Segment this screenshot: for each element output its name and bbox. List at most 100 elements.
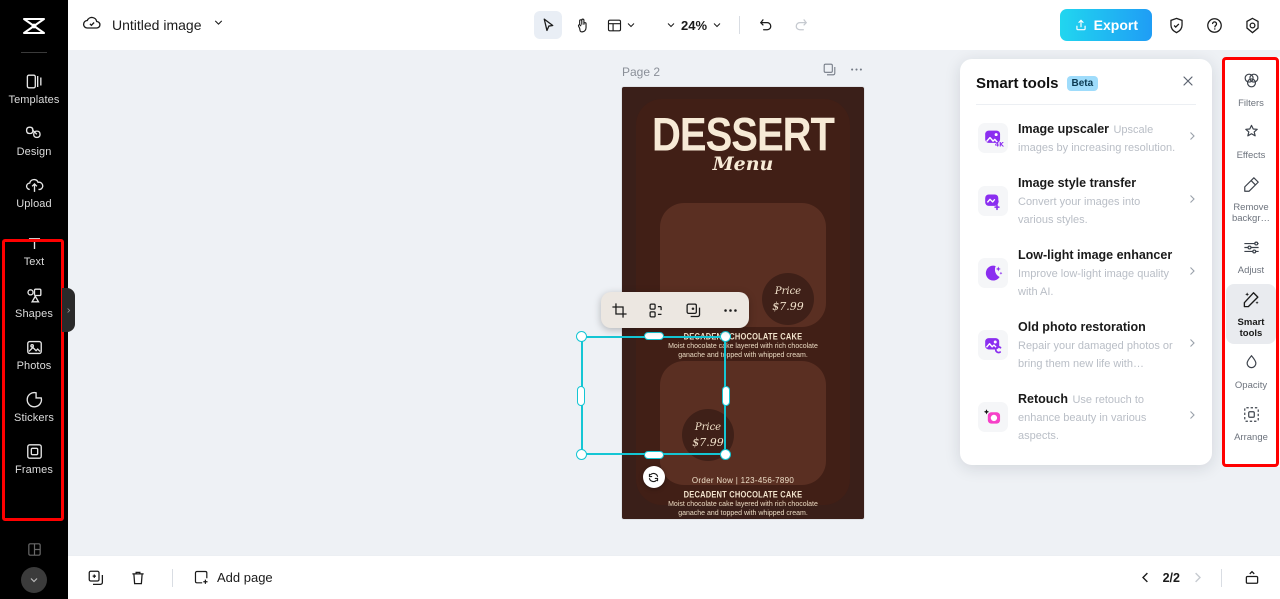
smart-tool-low-light-image-enhancer[interactable]: Low-light image enhancer Improve low-lig… bbox=[974, 237, 1202, 309]
element-selection-frame[interactable] bbox=[576, 331, 731, 488]
next-page-button[interactable] bbox=[1190, 570, 1205, 585]
smart-tool-retouch[interactable]: Retouch Use retouch to enhance beauty in… bbox=[974, 381, 1202, 453]
sidebar-item-text[interactable]: Text bbox=[0, 225, 68, 277]
sidebar-label: Photos bbox=[16, 360, 52, 372]
page-label: Page 2 bbox=[622, 65, 661, 79]
export-button[interactable]: Export bbox=[1059, 9, 1152, 41]
arrange-icon bbox=[1242, 405, 1261, 429]
redo-button[interactable] bbox=[786, 11, 814, 39]
dish-description: Moist chocolate cake layered with rich c… bbox=[668, 501, 818, 517]
smart-tool-image-upscaler[interactable]: 4K Image upscaler Upscale images by incr… bbox=[974, 111, 1202, 165]
sidebar-label: Shapes bbox=[15, 308, 53, 320]
shield-check-icon[interactable] bbox=[1162, 11, 1190, 39]
zoom-level: 24% bbox=[680, 17, 708, 33]
more-options-icon[interactable] bbox=[849, 62, 864, 82]
present-icon[interactable] bbox=[1238, 564, 1266, 592]
right-item-smart-tools[interactable]: Smart tools bbox=[1226, 284, 1276, 344]
duplicate-page-icon[interactable] bbox=[822, 62, 837, 82]
resize-handle-bottom-left[interactable] bbox=[576, 449, 587, 460]
add-page-button[interactable]: Add page bbox=[193, 569, 273, 586]
image-upscaler-4k-icon: 4K bbox=[978, 123, 1008, 153]
text-icon bbox=[25, 234, 44, 253]
smart-tool-text: Retouch Use retouch to enhance beauty in… bbox=[1018, 390, 1176, 444]
cutout-icon[interactable] bbox=[644, 297, 670, 323]
resize-handle-bottom-right[interactable] bbox=[720, 449, 731, 460]
image-style-transfer-icon bbox=[978, 186, 1008, 216]
frames-icon bbox=[25, 442, 44, 461]
top-toolbar: Untitled image 24% Export bbox=[68, 0, 1280, 50]
layout-tool-button[interactable] bbox=[602, 11, 641, 39]
smart-tool-name: Retouch bbox=[1018, 392, 1068, 406]
select-tool-button[interactable] bbox=[534, 11, 562, 39]
crop-icon[interactable] bbox=[607, 297, 633, 323]
smart-tool-description: Repair your damaged photos or bring them… bbox=[1018, 340, 1173, 370]
stickers-icon bbox=[25, 390, 44, 409]
close-icon[interactable] bbox=[1180, 73, 1196, 94]
sidebar-item-photos[interactable]: Photos bbox=[0, 329, 68, 381]
right-item-label: Smart tools bbox=[1237, 317, 1265, 339]
settings-gear-icon[interactable] bbox=[1238, 11, 1266, 39]
cloud-sync-icon[interactable] bbox=[82, 13, 102, 38]
smart-tool-name: Low-light image enhancer bbox=[1018, 248, 1173, 262]
sidebar-item-templates[interactable]: Templates bbox=[0, 63, 68, 115]
price-label: Price bbox=[774, 286, 802, 297]
sidebar-item-upload[interactable]: Upload bbox=[0, 167, 68, 219]
undo-button[interactable] bbox=[752, 11, 780, 39]
right-item-label: Remove backgr… bbox=[1231, 202, 1270, 224]
right-item-filters[interactable]: Filters bbox=[1226, 65, 1276, 114]
element-context-toolbar bbox=[601, 292, 749, 328]
trash-icon[interactable] bbox=[124, 564, 152, 592]
panel-expand-handle[interactable] bbox=[62, 288, 75, 332]
smart-tool-old-photo-restoration[interactable]: Old photo restoration Repair your damage… bbox=[974, 309, 1202, 381]
prev-page-button[interactable] bbox=[1138, 570, 1153, 585]
right-sidebar: Filters Effects Remove backgr… Adjust Sm… bbox=[1222, 57, 1280, 467]
topbar-left: Untitled image bbox=[82, 13, 225, 38]
design-icon bbox=[25, 124, 44, 143]
sidebar-collapse-button[interactable] bbox=[21, 567, 47, 593]
upload-icon bbox=[25, 176, 44, 195]
document-title[interactable]: Untitled image bbox=[112, 17, 202, 33]
right-item-effects[interactable]: Effects bbox=[1226, 117, 1276, 166]
sidebar-item-design[interactable]: Design bbox=[0, 115, 68, 167]
rotate-handle-icon[interactable] bbox=[642, 466, 665, 488]
more-options-icon[interactable] bbox=[718, 297, 744, 323]
retouch-icon bbox=[978, 402, 1008, 432]
resize-handle-top-middle[interactable] bbox=[643, 332, 664, 340]
smart-tool-name: Image upscaler bbox=[1018, 122, 1110, 136]
add-page-label: Add page bbox=[217, 570, 273, 585]
resize-handle-right-middle[interactable] bbox=[722, 385, 730, 406]
page-header: Page 2 bbox=[622, 62, 864, 82]
smart-tool-description: Convert your images into various styles. bbox=[1018, 196, 1141, 226]
resize-handle-left-middle[interactable] bbox=[577, 385, 585, 406]
zoom-control[interactable]: 24% bbox=[661, 11, 727, 39]
right-item-opacity[interactable]: Opacity bbox=[1226, 347, 1276, 396]
chevron-down-icon[interactable] bbox=[212, 16, 225, 34]
sidebar-item-stickers[interactable]: Stickers bbox=[0, 381, 68, 433]
right-item-arrange[interactable]: Arrange bbox=[1226, 399, 1276, 448]
resize-handle-bottom-middle[interactable] bbox=[643, 451, 664, 459]
capcut-logo[interactable] bbox=[0, 4, 68, 48]
hand-tool-button[interactable] bbox=[568, 11, 596, 39]
resize-handle-top-left[interactable] bbox=[576, 331, 587, 342]
resize-handle-top-right[interactable] bbox=[720, 331, 731, 342]
right-item-remove-background[interactable]: Remove backgr… bbox=[1226, 169, 1276, 229]
sidebar-item-frames[interactable]: Frames bbox=[0, 433, 68, 485]
smart-tool-image-style-transfer[interactable]: Image style transfer Convert your images… bbox=[974, 165, 1202, 237]
page-header-actions bbox=[822, 62, 864, 82]
templates-icon bbox=[25, 72, 44, 91]
duplicate-page-icon[interactable] bbox=[82, 564, 110, 592]
sidebar-label: Frames bbox=[15, 464, 53, 476]
sidebar-item-shapes[interactable]: Shapes bbox=[0, 277, 68, 329]
duplicate-icon[interactable] bbox=[681, 297, 707, 323]
sidebar-label: Design bbox=[16, 146, 52, 158]
right-item-adjust[interactable]: Adjust bbox=[1226, 232, 1276, 281]
menu-title: DESSERT bbox=[652, 109, 835, 161]
price-value: $7.99 bbox=[772, 300, 804, 313]
smart-tools-list: 4K Image upscaler Upscale images by incr… bbox=[960, 105, 1212, 463]
chevron-right-icon bbox=[1186, 129, 1198, 147]
layouts-icon[interactable] bbox=[26, 541, 43, 563]
smart-tool-text: Old photo restoration Repair your damage… bbox=[1018, 318, 1176, 372]
smart-tool-text: Low-light image enhancer Improve low-lig… bbox=[1018, 246, 1176, 300]
help-question-icon[interactable] bbox=[1200, 11, 1228, 39]
sidebar-divider bbox=[21, 52, 47, 53]
